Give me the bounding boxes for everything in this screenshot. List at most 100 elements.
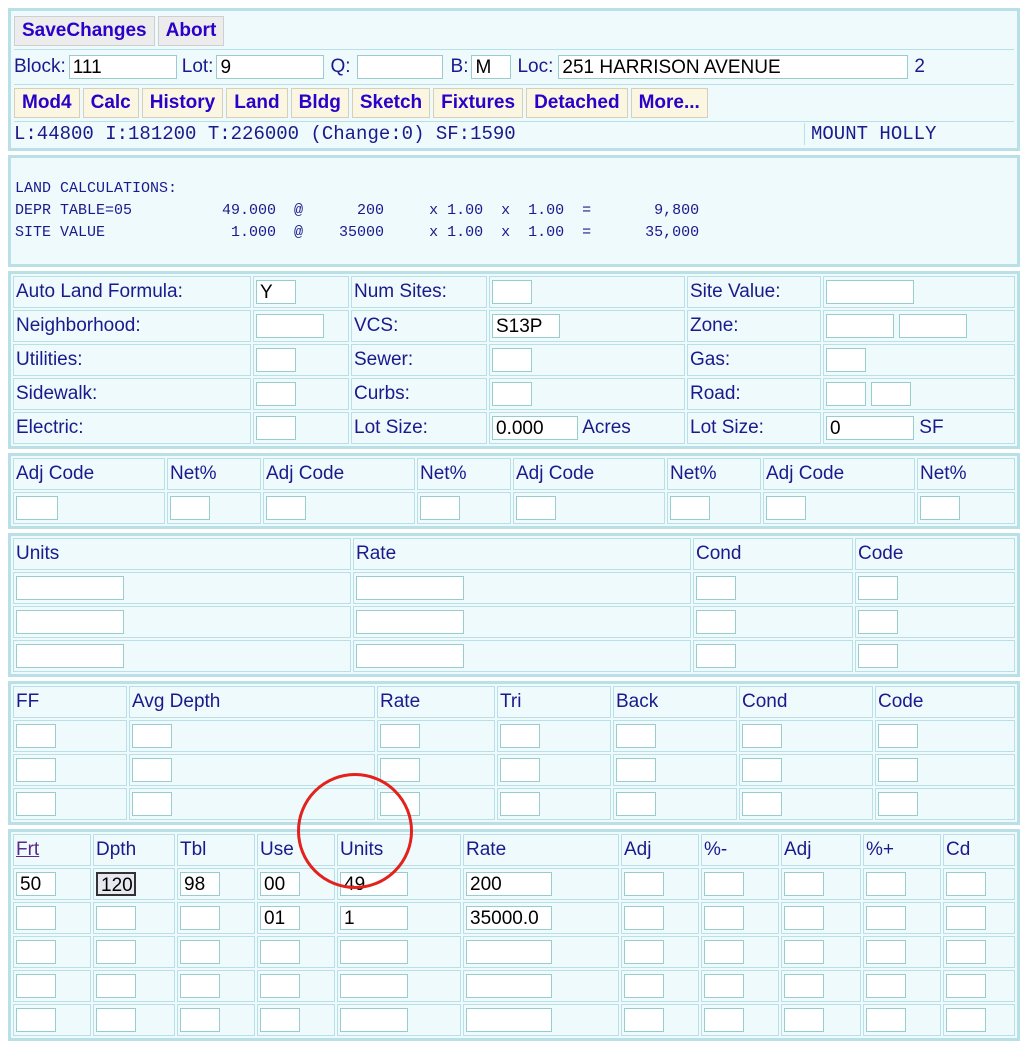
pct-plus-input[interactable] [866,872,906,896]
sidewalk-input[interactable] [256,382,296,406]
tbl-input[interactable] [180,974,220,998]
back-input[interactable] [616,724,656,748]
road-input[interactable] [826,382,866,406]
ff-input[interactable] [16,758,56,782]
use-input[interactable]: 00 [260,872,300,896]
tri-input[interactable] [500,724,540,748]
units-input[interactable] [340,940,408,964]
dpth-input[interactable] [96,1008,136,1032]
adj-plus-input[interactable] [784,974,824,998]
rate-input[interactable] [380,724,420,748]
adj-minus-input[interactable] [624,906,664,930]
avg-depth-input[interactable] [132,758,172,782]
nav-button-fixtures[interactable]: Fixtures [433,88,524,118]
code-input[interactable] [878,724,918,748]
sewer-input[interactable] [492,348,532,372]
save-changes-button[interactable]: SaveChanges [14,16,155,46]
units-input[interactable] [16,610,124,634]
lot-size-acres-input[interactable]: 0.000 [492,416,578,440]
road-input-2[interactable] [871,382,912,406]
frt-input[interactable] [16,906,56,930]
auto-land-formula-input[interactable]: Y [256,280,296,304]
code-input[interactable] [858,644,898,668]
zone-input[interactable] [826,314,894,338]
utilities-input[interactable] [256,348,296,372]
neighborhood-input[interactable] [256,314,324,338]
units-input[interactable] [340,1008,408,1032]
nav-button-mod4[interactable]: Mod4 [14,88,80,118]
rate-input[interactable] [356,610,464,634]
cond-input[interactable] [696,610,736,634]
adj-code-input[interactable] [766,496,806,520]
cd-input[interactable] [946,1008,986,1032]
frt-input[interactable]: 50 [16,872,56,896]
pct-minus-input[interactable] [704,906,744,930]
units-input[interactable] [16,644,124,668]
rate-input[interactable] [466,974,552,998]
code-input[interactable] [858,576,898,600]
dpth-input[interactable] [96,906,136,930]
nav-button-history[interactable]: History [141,88,224,118]
nav-button-bldg[interactable]: Bldg [290,88,349,118]
pct-plus-input[interactable] [866,1008,906,1032]
cond-input[interactable] [696,644,736,668]
ff-input[interactable] [16,792,56,816]
net-pct-input[interactable] [170,496,210,520]
net-pct-input[interactable] [420,496,460,520]
pct-plus-input[interactable] [866,940,906,964]
rate-input[interactable] [380,792,420,816]
tbl-input[interactable] [180,906,220,930]
adj-minus-input[interactable] [624,872,664,896]
use-input[interactable]: 01 [260,906,300,930]
frt-input[interactable] [16,1008,56,1032]
rate-input[interactable]: 200 [466,872,552,896]
rate-input[interactable] [466,1008,552,1032]
adj-code-input[interactable] [266,496,306,520]
abort-button[interactable]: Abort [157,16,225,46]
back-input[interactable] [616,792,656,816]
cond-input[interactable] [742,792,782,816]
pct-minus-input[interactable] [704,974,744,998]
dpth-input[interactable] [96,940,136,964]
dpth-input[interactable] [96,974,136,998]
use-input[interactable] [260,974,300,998]
use-input[interactable] [260,1008,300,1032]
num-sites-input[interactable] [492,280,532,304]
rate-input[interactable] [356,576,464,600]
tbl-input[interactable] [180,1008,220,1032]
site-value-input[interactable] [826,280,914,304]
tri-input[interactable] [500,792,540,816]
tbl-input[interactable] [180,940,220,964]
loc-input[interactable]: 251 HARRISON AVENUE [558,55,909,79]
units-input[interactable] [16,576,124,600]
pct-minus-input[interactable] [704,872,744,896]
nav-button-sketch[interactable]: Sketch [351,88,431,118]
cd-input[interactable] [946,906,986,930]
frt-input[interactable] [16,940,56,964]
back-input[interactable] [616,758,656,782]
lot-input[interactable]: 9 [216,55,325,79]
rate-input[interactable] [466,940,552,964]
units-input[interactable] [340,974,408,998]
net-pct-input[interactable] [920,496,960,520]
cond-input[interactable] [696,576,736,600]
code-input[interactable] [878,792,918,816]
nav-button-more[interactable]: More... [630,88,708,118]
frt-header[interactable]: Frt [16,839,39,860]
gas-input[interactable] [826,348,866,372]
ff-input[interactable] [16,724,56,748]
rate-input[interactable] [356,644,464,668]
cd-input[interactable] [946,940,986,964]
curbs-input[interactable] [492,382,532,406]
cd-input[interactable] [946,974,986,998]
adj-code-input[interactable] [516,496,556,520]
zone-input-2[interactable] [899,314,968,338]
code-input[interactable] [858,610,898,634]
code-input[interactable] [878,758,918,782]
nav-button-land[interactable]: Land [226,88,288,118]
dpth-input[interactable]: 120 [96,872,136,896]
tri-input[interactable] [500,758,540,782]
adj-plus-input[interactable] [784,906,824,930]
rate-input[interactable]: 35000.0 [466,906,552,930]
vcs-input[interactable]: S13P [492,314,560,338]
